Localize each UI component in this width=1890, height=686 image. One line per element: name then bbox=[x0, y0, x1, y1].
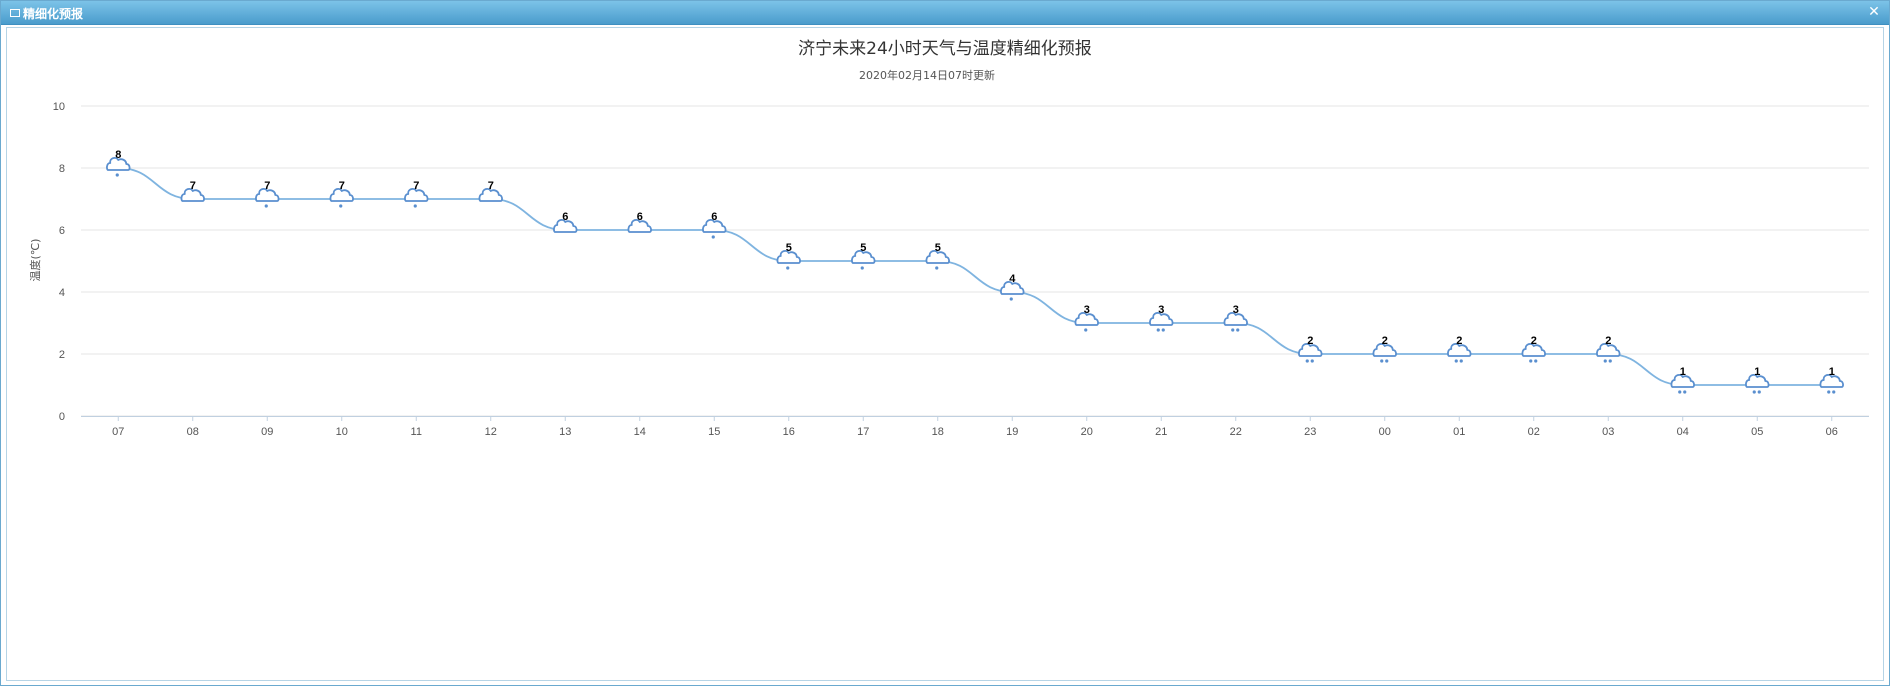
x-tick-label: 02 bbox=[1528, 426, 1540, 438]
data-label: 6 bbox=[711, 211, 717, 223]
data-label: 7 bbox=[413, 180, 419, 192]
data-label: 7 bbox=[488, 180, 494, 192]
data-label: 2 bbox=[1382, 335, 1388, 347]
x-tick-label: 10 bbox=[336, 426, 348, 438]
data-label: 6 bbox=[562, 211, 568, 223]
y-tick-label: 4 bbox=[59, 287, 65, 299]
window-title: 精细化预报 bbox=[23, 7, 84, 21]
y-tick-label: 6 bbox=[59, 225, 65, 237]
x-tick-label: 11 bbox=[411, 426, 422, 438]
x-tick-label: 21 bbox=[1155, 426, 1167, 438]
data-label: 2 bbox=[1307, 335, 1313, 347]
x-tick-label: 01 bbox=[1453, 426, 1465, 438]
x-tick-label: 18 bbox=[932, 426, 944, 438]
data-label: 5 bbox=[786, 242, 792, 254]
temperature-chart: 济宁未来24小时天气与温度精细化预报 2020年02月14日07时更新 温度(℃… bbox=[28, 39, 1869, 438]
x-tick-label: 20 bbox=[1081, 426, 1093, 438]
chart-subtitle: 2020年02月14日07时更新 bbox=[859, 68, 995, 82]
y-tick-label: 0 bbox=[59, 411, 65, 423]
close-button[interactable]: ✕ bbox=[1865, 4, 1883, 20]
chart-title: 济宁未来24小时天气与温度精细化预报 bbox=[798, 39, 1092, 59]
data-label: 5 bbox=[935, 242, 941, 254]
data-label: 5 bbox=[860, 242, 866, 254]
forecast-window: 精细化预报 ✕ 济宁未来24小时天气与温度精细化预报 2020年02月14日07… bbox=[0, 0, 1890, 686]
x-tick-label: 08 bbox=[187, 426, 199, 438]
x-tick-label: 15 bbox=[708, 426, 720, 438]
window-titlebar[interactable]: 精细化预报 ✕ bbox=[1, 1, 1889, 25]
y-tick-label: 10 bbox=[53, 101, 65, 113]
x-tick-label: 04 bbox=[1677, 426, 1689, 438]
x-tick-label: 05 bbox=[1751, 426, 1763, 438]
data-label: 7 bbox=[339, 180, 345, 192]
y-tick-label: 2 bbox=[59, 349, 65, 361]
data-label: 1 bbox=[1680, 366, 1686, 378]
x-tick-label: 14 bbox=[634, 426, 646, 438]
data-label: 1 bbox=[1829, 366, 1835, 378]
x-tick-label: 22 bbox=[1230, 426, 1242, 438]
data-label: 3 bbox=[1158, 304, 1164, 316]
window-icon bbox=[10, 9, 20, 17]
data-label: 2 bbox=[1456, 335, 1462, 347]
data-label: 2 bbox=[1605, 335, 1611, 347]
data-labels: 8 7 7 7 7 7 6 6 6 5 5 5 4 3 3 3 2 2 2 2 2 1 1 1 bbox=[115, 149, 1835, 378]
data-label: 3 bbox=[1084, 304, 1090, 316]
x-tick-label: 13 bbox=[559, 426, 571, 438]
x-tick-label: 07 bbox=[112, 426, 124, 438]
data-label: 7 bbox=[264, 180, 270, 192]
data-label: 4 bbox=[1009, 273, 1016, 285]
y-axis-ticks: 0 2 4 6 8 10 bbox=[53, 101, 65, 423]
y-tick-label: 8 bbox=[59, 163, 65, 175]
x-tick-label: 19 bbox=[1006, 426, 1018, 438]
temperature-line bbox=[118, 167, 1832, 386]
grid-lines bbox=[81, 105, 1869, 417]
x-tick-label: 16 bbox=[783, 426, 795, 438]
data-label: 2 bbox=[1531, 335, 1537, 347]
data-label: 3 bbox=[1233, 304, 1239, 316]
x-tick-label: 12 bbox=[485, 426, 497, 438]
chart-panel: 济宁未来24小时天气与温度精细化预报 2020年02月14日07时更新 温度(℃… bbox=[6, 27, 1884, 681]
x-tick-label: 17 bbox=[857, 426, 869, 438]
data-label: 6 bbox=[637, 211, 643, 223]
data-label: 7 bbox=[190, 180, 196, 192]
x-tick-label: 23 bbox=[1304, 426, 1316, 438]
x-tick-label: 00 bbox=[1379, 426, 1391, 438]
x-axis: 07 08 09 10 11 12 13 14 15 16 17 18 19 20 21 22 23 00 01 02… bbox=[81, 416, 1869, 438]
y-axis-label: 温度(℃) bbox=[28, 239, 42, 282]
x-tick-label: 03 bbox=[1602, 426, 1614, 438]
data-label: 1 bbox=[1754, 366, 1760, 378]
x-tick-label: 06 bbox=[1826, 426, 1838, 438]
data-label: 8 bbox=[115, 149, 121, 161]
x-tick-label: 09 bbox=[261, 426, 273, 438]
